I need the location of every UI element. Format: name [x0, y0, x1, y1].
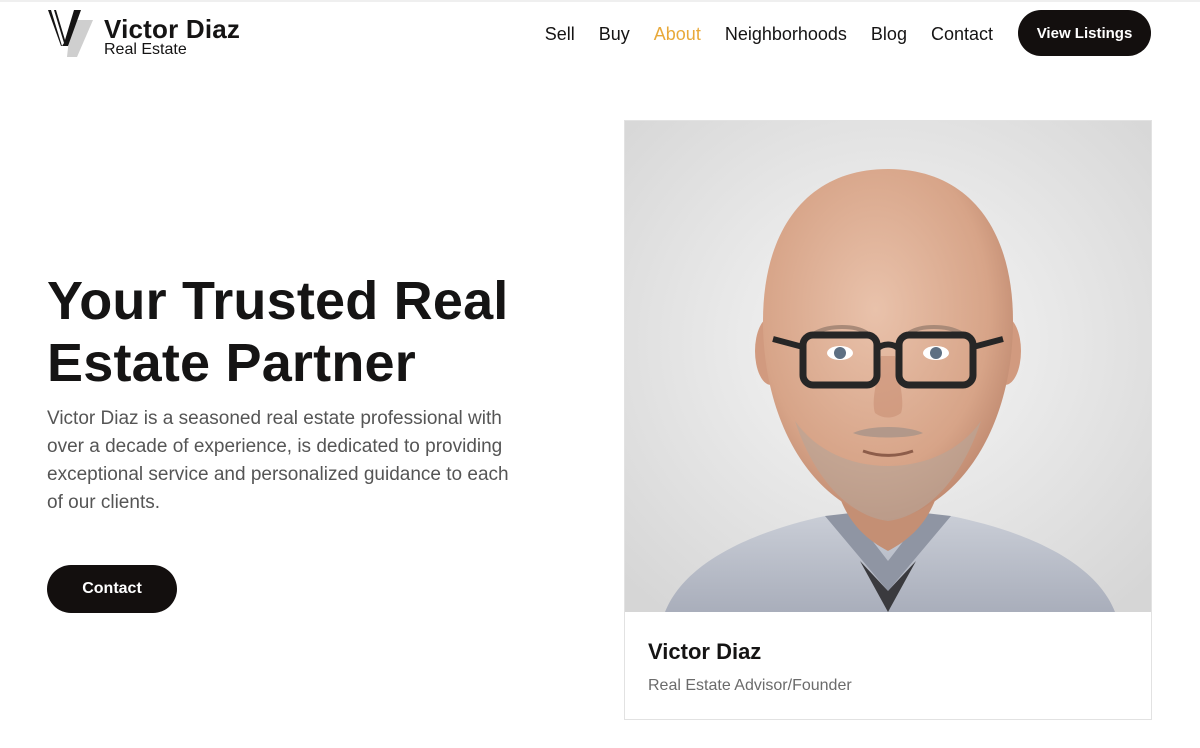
- profile-photo: [625, 121, 1151, 612]
- profile-card: Victor Diaz Real Estate Advisor/Founder: [624, 120, 1152, 720]
- nav-item-neighborhoods[interactable]: Neighborhoods: [725, 22, 847, 46]
- nav-item-about[interactable]: About: [654, 22, 701, 46]
- nav-item-sell[interactable]: Sell: [545, 22, 575, 46]
- logo-v-icon: [48, 10, 93, 57]
- site-logo[interactable]: Victor Diaz Real Estate: [47, 8, 247, 60]
- hero-description: Victor Diaz is a seasoned real estate pr…: [47, 408, 509, 513]
- brand-subtitle: Real Estate: [104, 41, 187, 58]
- profile-name: Victor Diaz: [648, 639, 762, 664]
- profile-role: Real Estate Advisor/Founder: [648, 677, 852, 694]
- hero-title: Your Trusted Real Estate Partner: [47, 271, 509, 393]
- top-border: [0, 0, 1200, 2]
- nav-item-blog[interactable]: Blog: [871, 22, 907, 46]
- nav-item-buy[interactable]: Buy: [599, 22, 630, 46]
- view-listings-button[interactable]: View Listings: [1018, 10, 1151, 56]
- contact-button[interactable]: Contact: [47, 565, 177, 613]
- main-nav: Sell Buy About Neighborhoods Blog Contac…: [521, 22, 993, 46]
- nav-item-contact[interactable]: Contact: [931, 22, 993, 46]
